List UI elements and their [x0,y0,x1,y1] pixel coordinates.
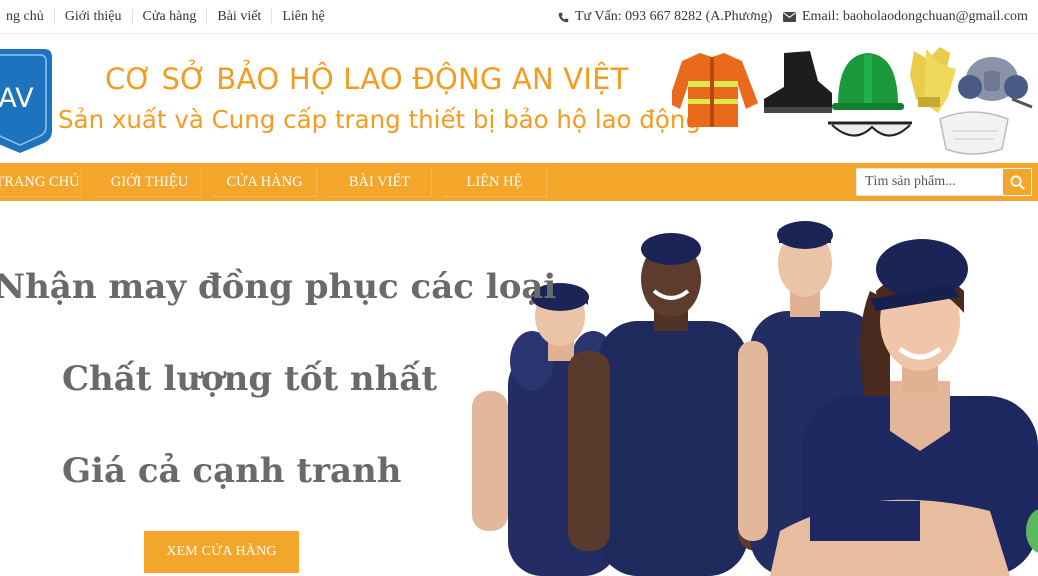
safety-glasses-icon [828,121,912,137]
phone-contact[interactable]: Tư Vấn: 093 667 8282 (A.Phương) [558,0,772,34]
hard-hat-icon [832,53,904,110]
main-nav: TRANG CHỦ GIỚI THIỆU CỬA HÀNG BÀI VIẾT L… [0,163,1038,201]
dust-mask-icon [939,111,1009,155]
search-icon [1009,174,1025,190]
hero-banner: Nhận may đồng phục các loại Chất lượng t… [0,201,1038,576]
safety-boot-icon [764,51,832,113]
envelope-icon [783,12,796,22]
search-box [856,168,1032,196]
nav-item-home[interactable]: TRANG CHỦ [0,167,82,197]
hero-line-1: Nhận may đồng phục các loại [0,267,557,307]
nav-item-posts[interactable]: BÀI VIẾT [328,167,432,197]
search-button[interactable] [1002,168,1032,196]
site-title: CƠ SỞ BẢO HỘ LAO ĐỘNG AN VIỆT [105,62,629,96]
hero-line-3: Giá cả cạnh tranh [62,451,402,491]
staff-group-image [472,221,1038,576]
work-gloves-icon [910,47,956,113]
phone-text: Tư Vấn: 093 667 8282 (A.Phương) [575,9,773,24]
email-text: Email: baoholaodongchuan@gmail.com [802,9,1028,24]
nav-item-shop[interactable]: CỬA HÀNG [213,167,317,197]
phone-icon [558,12,569,22]
site-logo[interactable]: AV [0,43,54,155]
site-header: AV CƠ SỞ BẢO HỘ LAO ĐỘNG AN VIỆT Sản xuấ… [0,35,1038,163]
view-shop-button[interactable]: XEM CỬA HÀNG [144,531,299,573]
logo-text: AV [0,83,34,114]
nav-item-contact[interactable]: LIÊN HỆ [443,167,547,197]
search-input[interactable] [857,169,1003,195]
nav-item-about[interactable]: GIỚI THIỆU [98,167,202,197]
email-contact[interactable]: Email: baoholaodongchuan@gmail.com [783,0,1028,34]
hero-line-2: Chất lượng tốt nhất [62,359,438,399]
respirator-icon [958,57,1033,109]
top-bar: ng chủ Giới thiệu Cửa hàng Bài viết Liên… [0,0,1038,34]
top-nav-shop[interactable]: Cửa hàng [133,8,208,25]
top-nav-about[interactable]: Giới thiệu [55,8,133,25]
top-nav-contact[interactable]: Liên hệ [272,9,334,25]
top-nav: ng chủ Giới thiệu Cửa hàng Bài viết Liên… [0,8,335,25]
site-subtitle: Sản xuất và Cung cấp trang thiết bị bảo … [58,105,701,134]
top-nav-posts[interactable]: Bài viết [207,8,273,25]
safety-jacket-icon [672,53,758,127]
top-nav-home[interactable]: ng chủ [0,8,55,25]
safety-products-image [672,47,1033,155]
